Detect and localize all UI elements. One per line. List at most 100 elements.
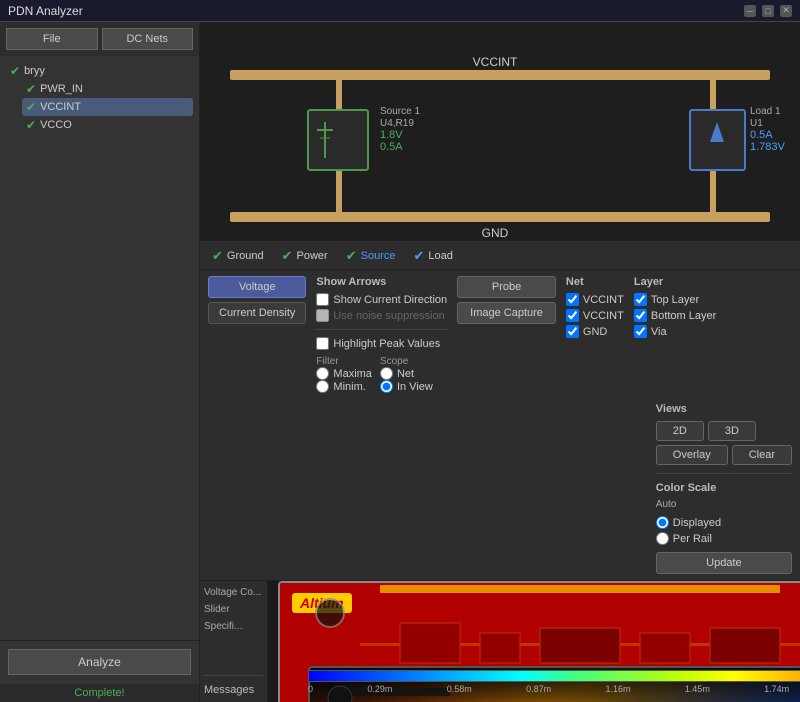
minima-row: Minim. bbox=[316, 380, 372, 393]
maxima-row: Maxima bbox=[316, 367, 372, 380]
app-title: PDN Analyzer bbox=[8, 4, 83, 18]
net-vccint2-checkbox[interactable] bbox=[566, 309, 579, 322]
views-label: Views bbox=[656, 403, 792, 415]
legend-ground-label: Ground bbox=[227, 250, 264, 262]
probe-button[interactable]: Probe bbox=[457, 276, 556, 298]
filter-scope-row: Filter Maxima Minim. Scope bbox=[316, 356, 447, 393]
net-row: Net bbox=[380, 367, 433, 380]
in-view-radio[interactable] bbox=[380, 380, 393, 393]
overlay-button[interactable]: Overlay bbox=[656, 445, 728, 465]
tree-item-bryy[interactable]: ✔ bryy bbox=[6, 62, 193, 80]
per-rail-label: Per Rail bbox=[673, 533, 712, 545]
per-rail-row: Per Rail bbox=[656, 532, 792, 545]
left-sub-panel: Voltage Co... Slider Specifi... Messages bbox=[200, 581, 268, 702]
top-wire-label: VCCINT bbox=[473, 55, 518, 69]
current-density-button[interactable]: Current Density bbox=[208, 302, 306, 324]
bottom-wire bbox=[230, 212, 770, 222]
displayed-label: Displayed bbox=[673, 517, 721, 529]
clear-button[interactable]: Clear bbox=[732, 445, 792, 465]
noise-suppression-checkbox bbox=[316, 309, 329, 322]
tree-label-vcco: VCCO bbox=[40, 119, 72, 131]
net-radio[interactable] bbox=[380, 367, 393, 380]
top-layer-checkbox[interactable] bbox=[634, 293, 647, 306]
bottom-layer-label: Bottom Layer bbox=[651, 310, 716, 322]
legend-power: ✔ Power bbox=[282, 248, 328, 264]
filter-label: Filter bbox=[316, 356, 372, 367]
analyze-button[interactable]: Analyze bbox=[8, 649, 191, 675]
probe-section: Probe Image Capture bbox=[457, 276, 556, 393]
bottom-layer-checkbox[interactable] bbox=[634, 309, 647, 322]
update-button[interactable]: Update bbox=[656, 552, 792, 574]
displayed-row: Displayed bbox=[656, 516, 792, 529]
dc-nets-button[interactable]: DC Nets bbox=[102, 28, 194, 50]
minima-radio[interactable] bbox=[316, 380, 329, 393]
schematic-area: VCCINT GND Source 1 U4,R19 bbox=[200, 22, 800, 242]
maximize-btn[interactable]: □ bbox=[762, 5, 774, 17]
highlight-peak-checkbox[interactable] bbox=[316, 337, 329, 350]
per-rail-radio[interactable] bbox=[656, 532, 669, 545]
analyze-section: Analyze bbox=[0, 640, 199, 683]
pcb-boards: Altium bbox=[268, 581, 800, 702]
messages-label: Messages bbox=[204, 675, 263, 696]
scope-col: Scope Net In View bbox=[380, 356, 433, 393]
tree-item-pwr-in[interactable]: ✔ PWR_IN bbox=[22, 80, 193, 98]
tree-label-pwr: PWR_IN bbox=[40, 83, 83, 95]
voltage-button[interactable]: Voltage bbox=[208, 276, 306, 298]
file-button[interactable]: File bbox=[6, 28, 98, 50]
check-source-icon: ✔ bbox=[346, 248, 357, 264]
filter-col: Filter Maxima Minim. bbox=[316, 356, 372, 393]
2d-button[interactable]: 2D bbox=[656, 421, 704, 441]
show-current-checkbox[interactable] bbox=[316, 293, 329, 306]
net-section: Net VCCINT VCCINT GND bbox=[566, 276, 624, 393]
pcb-area: Voltage Co... Slider Specifi... Messages… bbox=[200, 581, 800, 702]
source-current: 0.5A bbox=[380, 141, 403, 153]
net-vccint2-label: VCCINT bbox=[583, 310, 624, 322]
source-voltage: 1.8V bbox=[380, 129, 403, 141]
color-scale-label: Color Scale bbox=[656, 482, 792, 494]
scale-1: 0.29m bbox=[367, 684, 392, 694]
controls-panel: Voltage Current Density Show Arrows Show… bbox=[200, 270, 800, 581]
show-current-label: Show Current Direction bbox=[333, 294, 447, 306]
window-controls[interactable]: ─ □ ✕ bbox=[744, 5, 792, 17]
image-capture-button[interactable]: Image Capture bbox=[457, 302, 556, 324]
color-scale-bar: 0 0.29m 0.58m 0.87m 1.16m 1.45m 1.74m 2.… bbox=[308, 670, 800, 694]
scale-gradient bbox=[308, 670, 800, 682]
top-buttons: File DC Nets bbox=[0, 22, 199, 56]
via-checkbox[interactable] bbox=[634, 325, 647, 338]
displayed-radio[interactable] bbox=[656, 516, 669, 529]
check-icon-vcco: ✔ bbox=[26, 118, 36, 132]
show-current-row: Show Current Direction bbox=[316, 293, 447, 306]
close-btn[interactable]: ✕ bbox=[780, 5, 792, 17]
check-power-icon: ✔ bbox=[282, 248, 293, 264]
scale-labels: 0 0.29m 0.58m 0.87m 1.16m 1.45m 1.74m 2.… bbox=[308, 684, 800, 694]
highlight-peak-row: Highlight Peak Values bbox=[316, 337, 447, 350]
tree-item-vccint[interactable]: ✔ VCCINT bbox=[22, 98, 193, 116]
scale-3: 0.87m bbox=[526, 684, 551, 694]
load-current: 0.5A bbox=[750, 129, 773, 141]
slider-label: Slider bbox=[204, 604, 263, 615]
highlight-peak-label: Highlight Peak Values bbox=[333, 338, 440, 350]
tree-panel: ✔ bryy ✔ PWR_IN ✔ VCCINT ✔ VCCO bbox=[0, 56, 199, 640]
net-gnd-label: GND bbox=[583, 326, 607, 338]
net-vccint-checkbox[interactable] bbox=[566, 293, 579, 306]
net-vccint-row: VCCINT bbox=[566, 293, 624, 306]
top-layer-label: Top Layer bbox=[651, 294, 699, 306]
3d-button[interactable]: 3D bbox=[708, 421, 756, 441]
check-icon-vccint: ✔ bbox=[26, 100, 36, 114]
minimize-btn[interactable]: ─ bbox=[744, 5, 756, 17]
legend-bar: ✔ Ground ✔ Power ✔ Source ✔ Load Powered… bbox=[200, 242, 800, 270]
noise-suppression-label: Use noise suppression bbox=[333, 310, 444, 322]
scale-0: 0 bbox=[308, 684, 313, 694]
tree-item-vcco[interactable]: ✔ VCCO bbox=[22, 116, 193, 134]
auto-label: Auto bbox=[656, 499, 792, 510]
source-label2: U4,R19 bbox=[380, 118, 414, 129]
minima-label: Minim. bbox=[333, 381, 365, 393]
scale-5: 1.45m bbox=[685, 684, 710, 694]
net-gnd-row: GND bbox=[566, 325, 624, 338]
scale-6: 1.74m bbox=[764, 684, 789, 694]
scale-4: 1.16m bbox=[605, 684, 630, 694]
net-gnd-checkbox[interactable] bbox=[566, 325, 579, 338]
maxima-radio[interactable] bbox=[316, 367, 329, 380]
main-layout: File DC Nets ✔ bryy ✔ PWR_IN ✔ VCCINT ✔ … bbox=[0, 22, 800, 702]
views-row-2: Overlay Clear bbox=[656, 445, 792, 465]
